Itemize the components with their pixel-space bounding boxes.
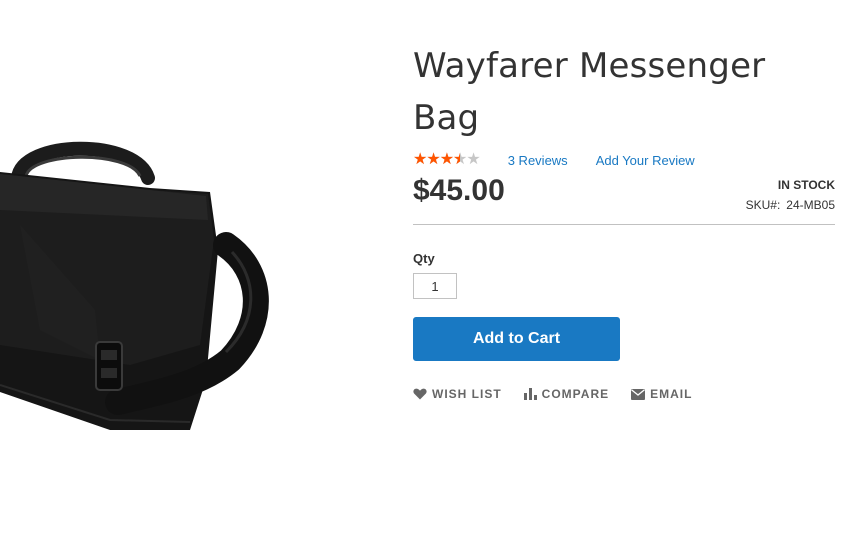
sku-label: SKU#: — [745, 198, 781, 212]
product-social-links: WISH LIST COMPARE EMAIL — [413, 387, 835, 401]
add-to-cart-button[interactable]: Add to Cart — [413, 317, 620, 361]
email-link[interactable]: EMAIL — [631, 387, 692, 401]
product-title: Wayfarer Messenger Bag — [413, 46, 766, 138]
qty-input[interactable] — [413, 273, 457, 299]
compare-link[interactable]: COMPARE — [523, 387, 610, 401]
product-price: $45.00 — [413, 174, 505, 207]
sku-value: 24-MB05 — [786, 198, 835, 212]
qty-label: Qty — [413, 251, 435, 266]
reviews-link[interactable]: 3 Reviews — [508, 153, 568, 168]
compare-label: COMPARE — [541, 387, 610, 401]
bar-chart-icon — [523, 388, 537, 400]
product-sku: SKU#: 24-MB05 — [746, 198, 835, 212]
product-info: Wayfarer Messenger Bag ★★★★★ ★★★★★ 3 Rev… — [413, 40, 835, 401]
heart-icon — [413, 388, 427, 400]
reviews-summary: ★★★★★ ★★★★★ 3 Reviews Add Your Review — [413, 150, 835, 170]
rating-stars: ★★★★★ ★★★★★ — [413, 152, 481, 168]
stock-status: IN STOCK — [777, 178, 835, 192]
wish-list-link[interactable]: WISH LIST — [413, 387, 502, 401]
price-box: $45.00 IN STOCK SKU#: 24-MB05 — [413, 172, 835, 225]
envelope-icon — [631, 388, 646, 400]
star-filled-icons: ★★★★★ — [413, 152, 460, 168]
wish-list-label: WISH LIST — [432, 387, 502, 401]
messenger-bag-image — [0, 141, 269, 430]
add-review-link[interactable]: Add Your Review — [596, 153, 695, 168]
email-label: EMAIL — [650, 387, 693, 401]
product-page: Wayfarer Messenger Bag ★★★★★ ★★★★★ 3 Rev… — [0, 0, 851, 545]
product-image[interactable] — [0, 130, 270, 440]
